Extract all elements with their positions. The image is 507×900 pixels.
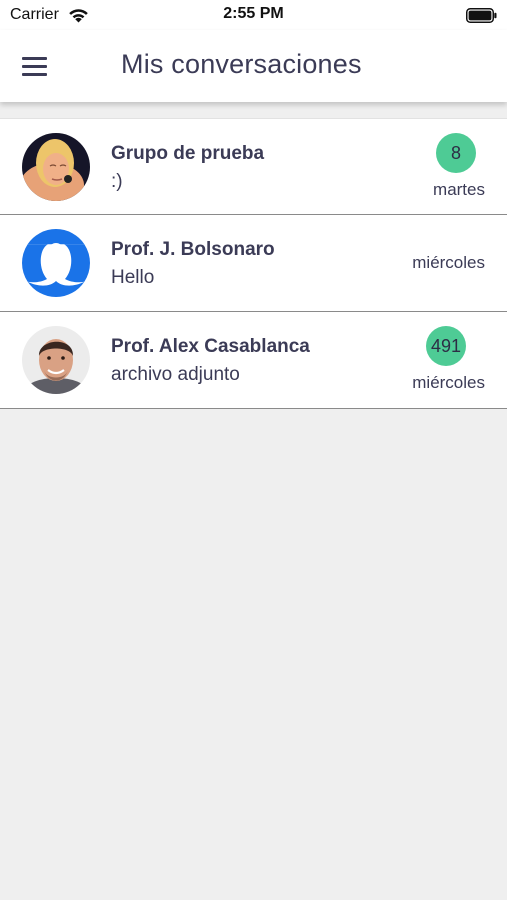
conversation-preview: Hello — [111, 267, 155, 288]
page-title: Mis conversaciones — [121, 49, 362, 79]
conversation-name: Prof. Alex Casablanca — [111, 336, 310, 357]
conversation-time: miércoles — [412, 373, 485, 392]
conversation-name: Grupo de prueba — [111, 143, 265, 164]
status-time: 2:55 PM — [223, 5, 284, 22]
conversation-item[interactable]: Prof. Alex Casablanca archivo adjunto 49… — [0, 312, 507, 409]
battery-icon — [466, 8, 497, 23]
conversation-list: Grupo de prueba :) 8 martes Prof. J. Bol… — [0, 118, 507, 409]
conversation-time: miércoles — [412, 253, 485, 272]
conversation-item[interactable]: Grupo de prueba :) 8 martes — [0, 118, 507, 215]
app-header: Mis conversaciones — [0, 30, 507, 102]
hamburger-menu-icon[interactable] — [22, 52, 54, 80]
conversation-name: Prof. J. Bolsonaro — [111, 239, 275, 260]
default-person-avatar — [22, 229, 90, 297]
conversation-time: martes — [433, 180, 485, 199]
group-photo-avatar — [22, 133, 90, 201]
unread-badge: 8 — [436, 133, 476, 173]
conversation-preview: :) — [111, 171, 123, 192]
status-bar: Carrier 2:55 PM — [0, 0, 507, 30]
conversation-preview: archivo adjunto — [111, 364, 240, 385]
person-photo-avatar — [22, 326, 90, 394]
conversation-item[interactable]: Prof. J. Bolsonaro Hello miércoles — [0, 215, 507, 312]
unread-badge: 491 — [426, 326, 466, 366]
